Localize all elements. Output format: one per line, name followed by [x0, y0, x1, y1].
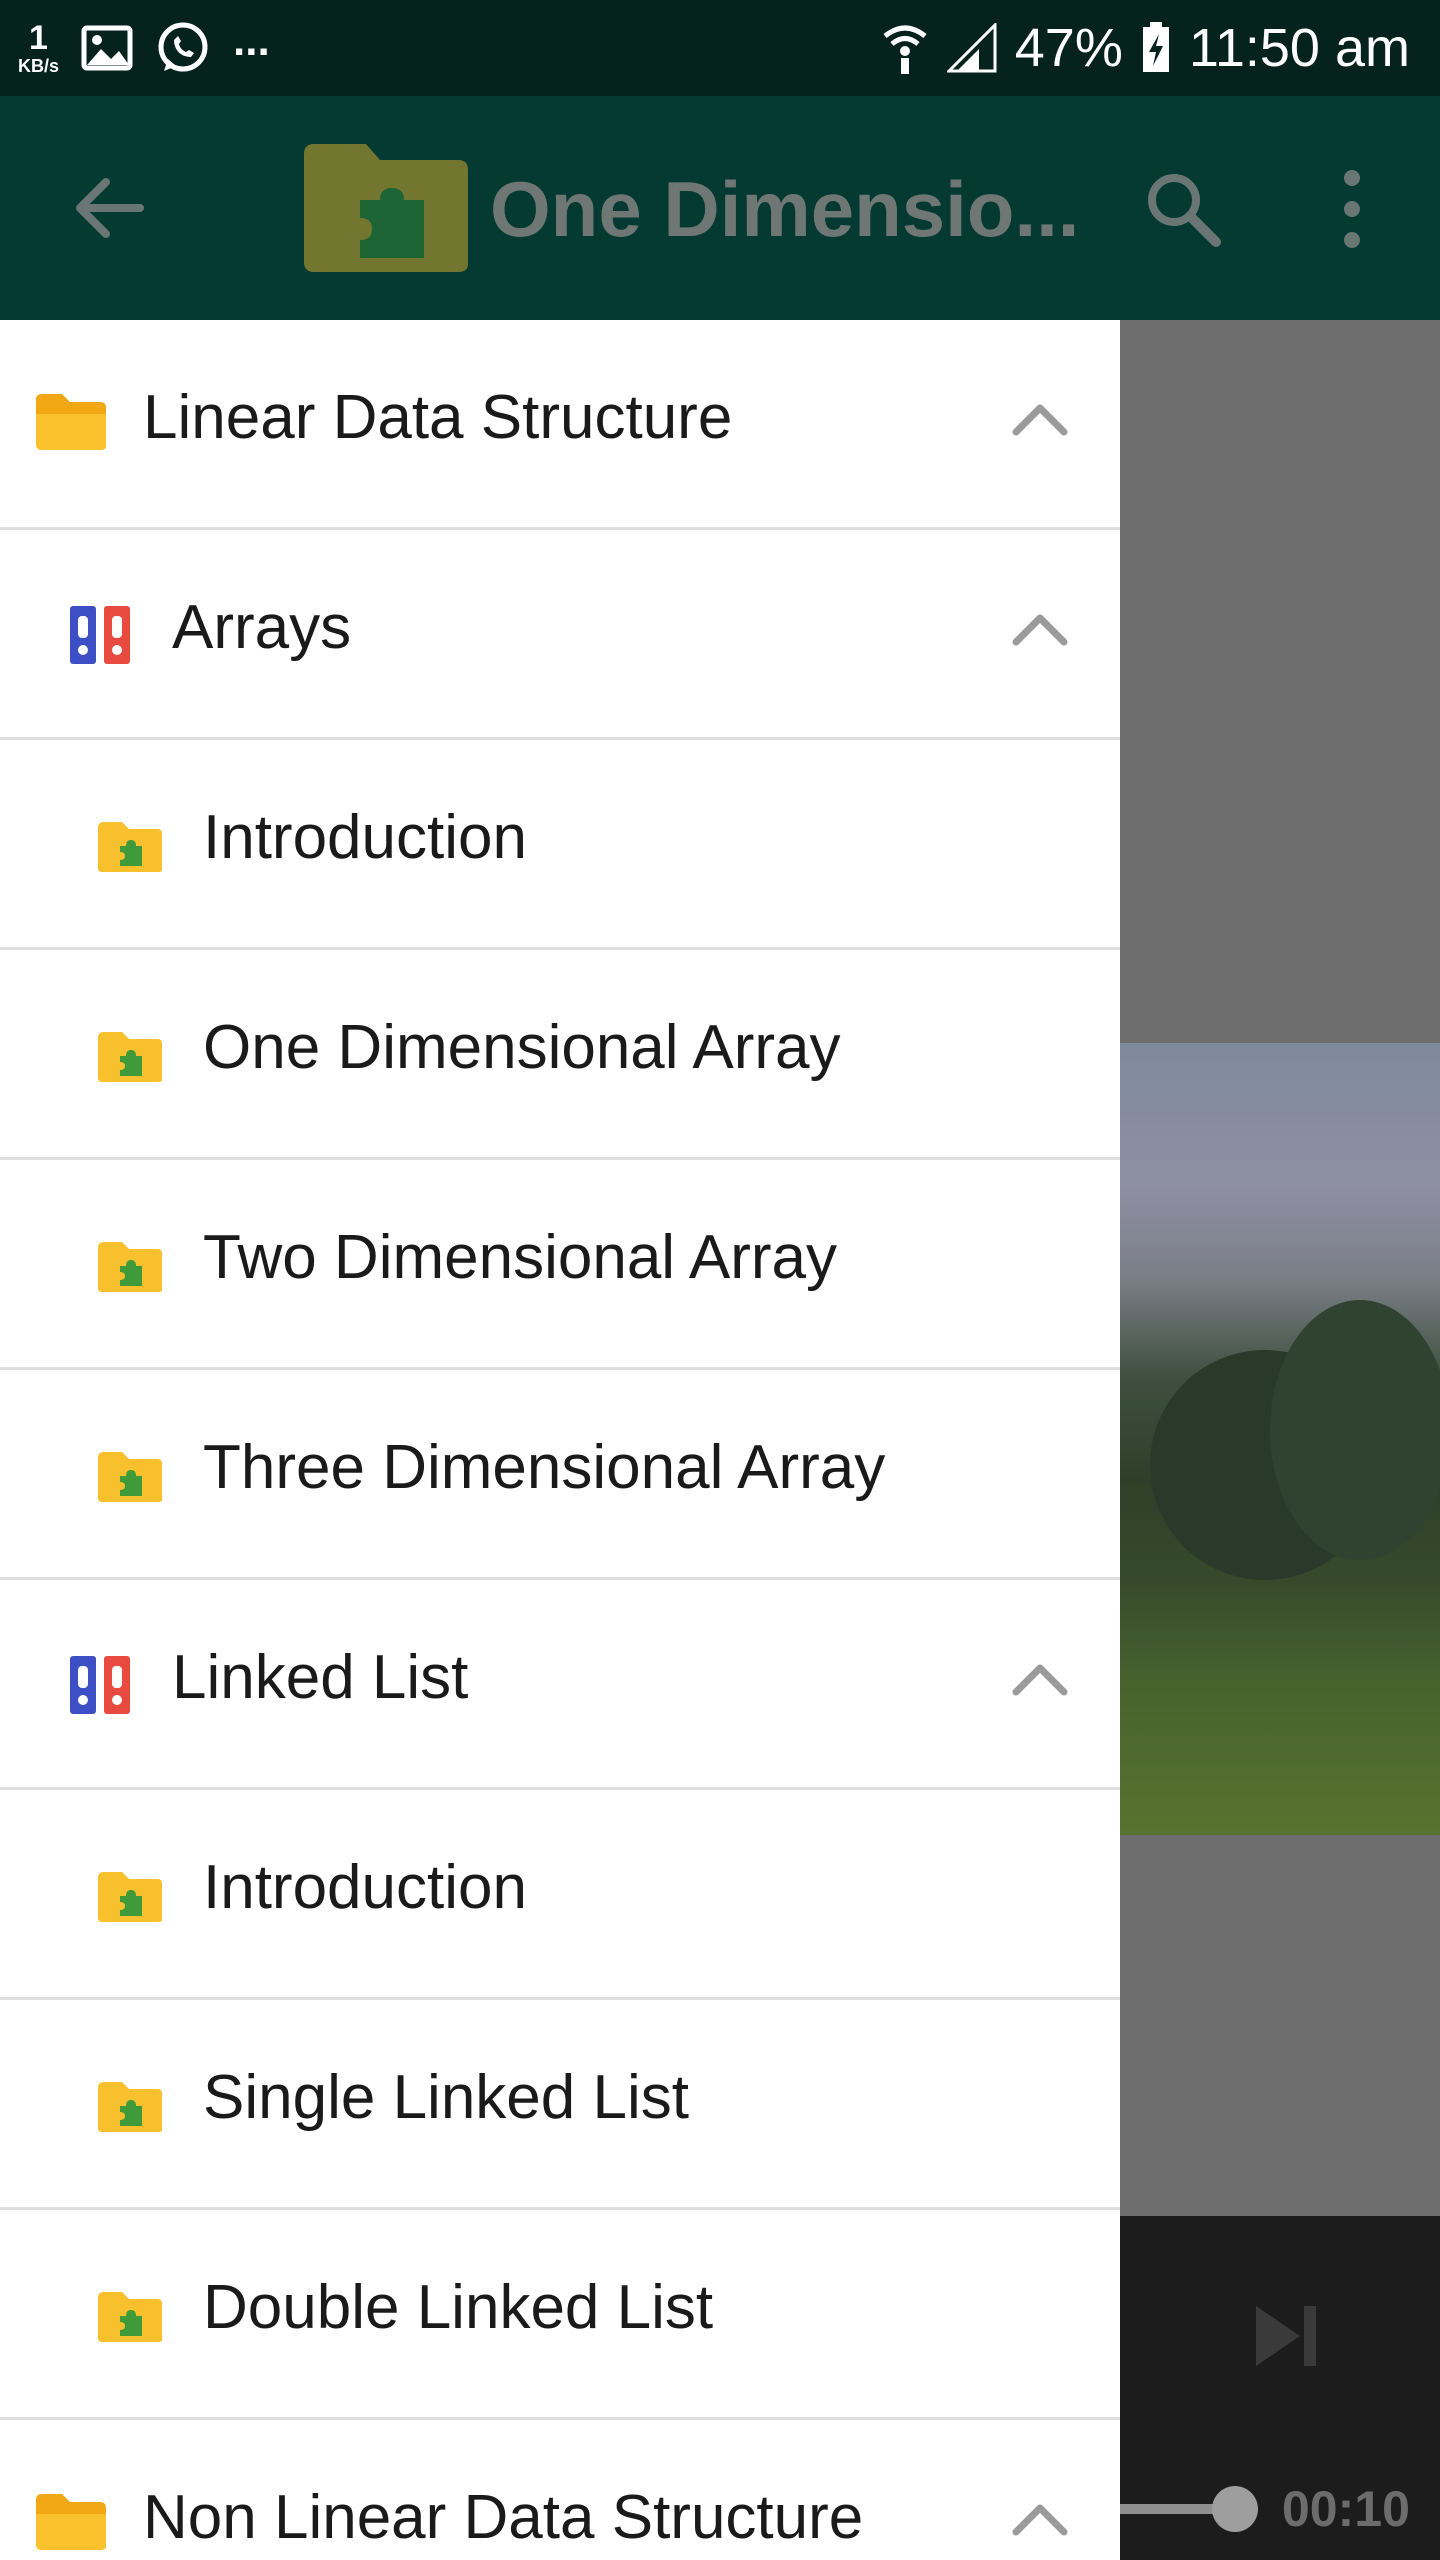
puzzle-folder-icon: [96, 1450, 164, 1504]
status-left: 1 KB/s ...: [18, 12, 270, 84]
whatsapp-icon: [158, 22, 208, 72]
puzzle-folder-icon: [96, 820, 164, 874]
drawer-item-label: One Dimensional Array: [203, 1013, 841, 1082]
toolbar-title: One Dimensio...: [490, 165, 1080, 253]
more-notifications: ...: [233, 16, 270, 65]
puzzle-folder-icon: [96, 1240, 164, 1294]
drawer-subitem[interactable]: Two Dimensional Array: [0, 1160, 1120, 1370]
wifi-calling-icon: [883, 25, 927, 74]
drawer-subitem[interactable]: Single Linked List: [0, 2000, 1120, 2210]
elapsed-time: 00:10: [1282, 2481, 1410, 2537]
chevron-up-icon[interactable]: [1010, 2498, 1070, 2538]
drawer-item-label: Three Dimensional Array: [203, 1433, 886, 1502]
gallery-icon: [81, 25, 133, 71]
drawer-group[interactable]: Linked List: [0, 1580, 1120, 1790]
drawer-item-label: Linked List: [172, 1643, 469, 1712]
seek-thumb[interactable]: [1212, 2486, 1258, 2532]
search-icon[interactable]: [1140, 166, 1224, 250]
chevron-up-icon[interactable]: [1010, 608, 1070, 648]
status-bar: 1 KB/s ... 47% 11:50 am: [0, 0, 1440, 96]
clock: 11:50 am: [1188, 18, 1410, 78]
drawer-item-label: Arrays: [172, 593, 352, 662]
battery-percent: 47%: [1014, 18, 1123, 78]
drawer-item-label: Introduction: [203, 803, 527, 872]
skip-next-icon[interactable]: [1250, 2300, 1322, 2372]
video-scenery: [1270, 1300, 1440, 1560]
puzzle-folder-icon: [96, 1030, 164, 1084]
drawer-group[interactable]: Linear Data Structure: [0, 320, 1120, 530]
drawer-subitem[interactable]: Introduction: [0, 1790, 1120, 2000]
app-folder-icon: [304, 144, 468, 272]
drawer-item-label: Non Linear Data Structure: [143, 2483, 864, 2552]
network-speed-value: 1: [29, 19, 48, 57]
drawer-subitem[interactable]: Three Dimensional Array: [0, 1370, 1120, 1580]
folder-icon: [34, 392, 108, 452]
drawer-item-label: Single Linked List: [203, 2063, 689, 2132]
status-right: 47% 11:50 am: [881, 0, 1410, 96]
navigation-drawer: Linear Data Structure Arrays Introduction O…: [0, 320, 1120, 2560]
network-speed-unit: KB/s: [18, 56, 60, 76]
drawer-item-label: Double Linked List: [203, 2273, 714, 2342]
drawer-subitem[interactable]: Introduction: [0, 740, 1120, 950]
chevron-up-icon[interactable]: [1010, 398, 1070, 438]
drawer-subitem[interactable]: One Dimensional Array: [0, 950, 1120, 1160]
chevron-up-icon[interactable]: [1010, 1658, 1070, 1698]
puzzle-folder-icon: [96, 1870, 164, 1924]
more-options-icon[interactable]: [1330, 164, 1374, 254]
back-arrow-icon[interactable]: [70, 168, 150, 248]
binders-icon: [68, 1654, 132, 1716]
signal-icon: [946, 23, 997, 73]
drawer-item-label: Linear Data Structure: [143, 383, 733, 452]
drawer-item-label: Introduction: [203, 1853, 527, 1922]
drawer-item-label: Two Dimensional Array: [203, 1223, 838, 1292]
drawer-group[interactable]: Non Linear Data Structure: [0, 2420, 1120, 2560]
puzzle-folder-icon: [96, 2290, 164, 2344]
folder-icon: [34, 2492, 108, 2552]
puzzle-folder-icon: [96, 2080, 164, 2134]
binders-icon: [68, 604, 132, 666]
drawer-subitem[interactable]: Double Linked List: [0, 2210, 1120, 2420]
app-toolbar: One Dimensio...: [0, 96, 1440, 320]
network-speed: 1 KB/s: [18, 21, 59, 75]
drawer-group[interactable]: Arrays: [0, 530, 1120, 740]
battery-charging-icon: [1142, 22, 1169, 72]
